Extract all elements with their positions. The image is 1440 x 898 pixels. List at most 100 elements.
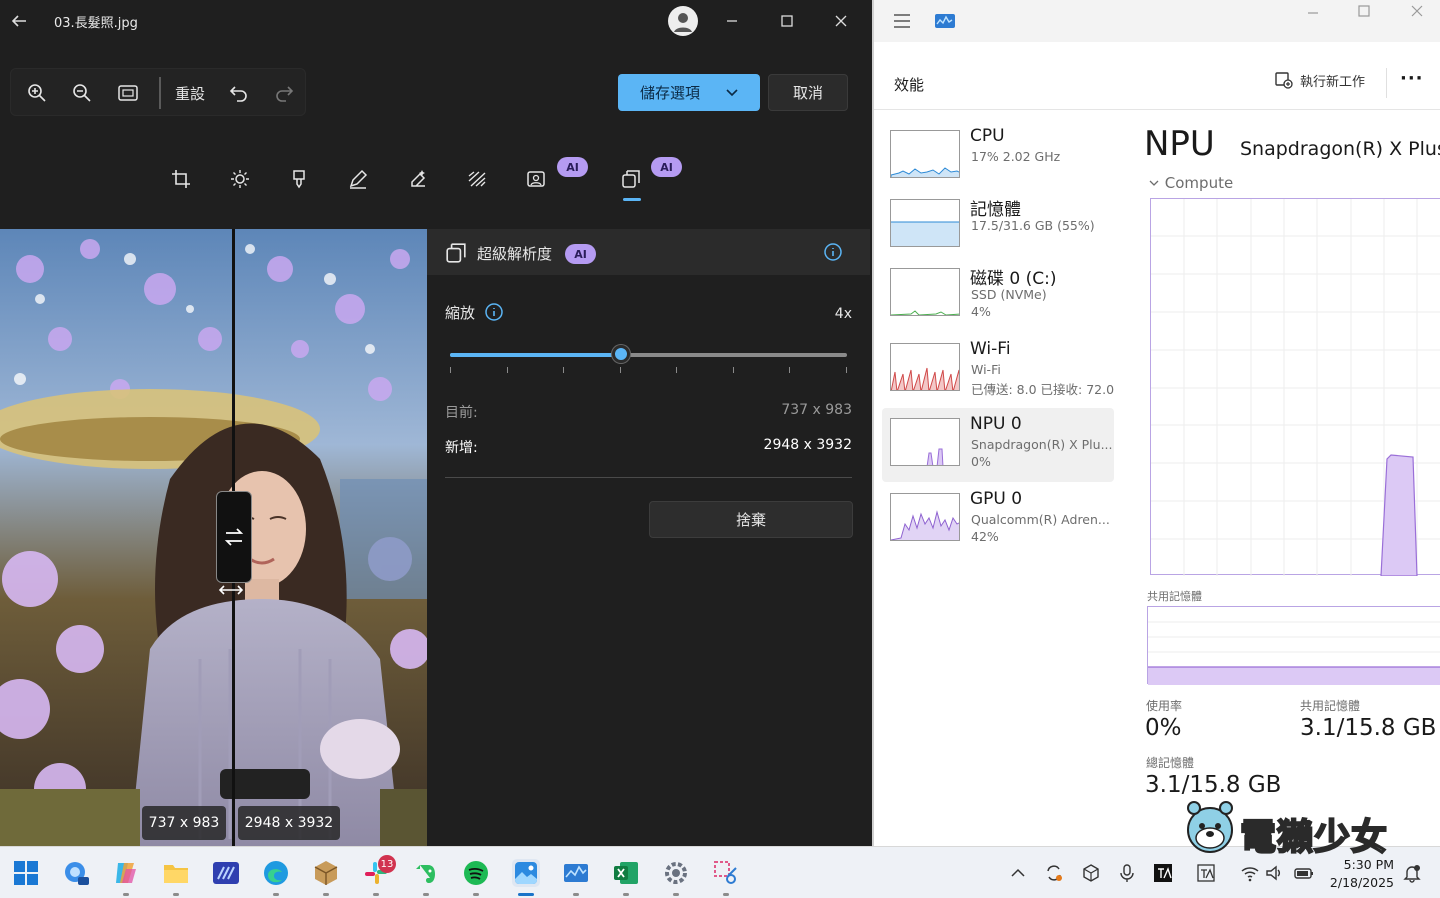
running-indicator bbox=[673, 893, 679, 896]
maximize-icon[interactable] bbox=[1353, 3, 1375, 19]
sync-icon[interactable] bbox=[1044, 863, 1064, 883]
run-new-task-label: 執行新工作 bbox=[1300, 74, 1366, 90]
filter-icon[interactable] bbox=[286, 166, 312, 192]
photos-window: 03.長髮照.jpg 重設 儲存選項 取消 AI AI 737 x 983 29… bbox=[0, 0, 870, 846]
notification-badge: 13 bbox=[378, 855, 396, 873]
close-icon[interactable] bbox=[1406, 3, 1428, 19]
slider-tick bbox=[846, 367, 847, 373]
cancel-button[interactable]: 取消 bbox=[768, 74, 848, 111]
package-app-icon[interactable] bbox=[312, 859, 340, 887]
battery-icon[interactable] bbox=[1294, 863, 1314, 883]
maximize-icon[interactable] bbox=[773, 8, 801, 34]
minimize-icon[interactable] bbox=[1302, 6, 1324, 20]
background-icon[interactable] bbox=[523, 166, 549, 192]
markup-pen-icon[interactable] bbox=[345, 166, 371, 192]
perf-item-memory[interactable]: 記憶體 17.5/31.6 GB (55%) bbox=[882, 193, 1114, 267]
info-icon[interactable] bbox=[484, 302, 504, 322]
compare-slider-handle[interactable] bbox=[216, 491, 252, 583]
photo-comparison-view[interactable]: 737 x 983 2948 x 3932 bbox=[0, 229, 427, 846]
current-size-label: 目前: bbox=[445, 405, 478, 421]
spotify-icon[interactable] bbox=[462, 859, 490, 887]
perf-item-npu[interactable]: NPU 0 Snapdragon(R) X Plu... 0% bbox=[882, 408, 1114, 482]
start-button-icon[interactable] bbox=[12, 859, 40, 887]
minimize-icon[interactable] bbox=[718, 8, 746, 34]
running-indicator bbox=[423, 893, 429, 896]
close-icon[interactable] bbox=[827, 8, 855, 34]
search-app-icon[interactable] bbox=[62, 859, 90, 887]
zoom-slider[interactable] bbox=[450, 345, 847, 363]
wifi-icon[interactable] bbox=[1240, 863, 1260, 883]
perf-item-value: 42% bbox=[971, 529, 999, 544]
toolbar-separator bbox=[159, 77, 161, 109]
run-new-task-button[interactable]: 執行新工作 bbox=[1274, 70, 1365, 90]
chevron-down-icon bbox=[1149, 180, 1159, 186]
swap-arrows-icon bbox=[224, 528, 244, 546]
settings-gear-icon[interactable] bbox=[662, 859, 690, 887]
perf-item-disk[interactable]: 磁碟 0 (C:) SSD (NVMe) 4% bbox=[882, 262, 1114, 336]
language-icon[interactable] bbox=[1196, 863, 1216, 883]
zoom-slider-thumb[interactable] bbox=[612, 345, 630, 363]
perf-item-detail: Qualcomm(R) Adren... bbox=[971, 512, 1110, 527]
task-manager-taskbar-icon[interactable] bbox=[562, 859, 590, 887]
more-options-icon[interactable]: ··· bbox=[1400, 68, 1424, 89]
back-arrow-icon[interactable] bbox=[8, 10, 30, 32]
zoom-in-icon[interactable] bbox=[22, 79, 52, 107]
zoom-out-icon[interactable] bbox=[67, 79, 97, 107]
task-manager-window: 效能 執行新工作 ··· CPU 17% 2.02 GHz 記憶體 17.5/3… bbox=[872, 0, 1440, 846]
save-options-button[interactable]: 儲存選項 bbox=[618, 74, 760, 111]
perf-item-name: GPU 0 bbox=[970, 489, 1023, 509]
running-indicator bbox=[573, 893, 579, 896]
hamburger-menu-icon[interactable] bbox=[892, 13, 912, 29]
file-explorer-icon[interactable] bbox=[162, 859, 190, 887]
volume-icon[interactable] bbox=[1264, 863, 1284, 883]
super-resolution-icon[interactable] bbox=[618, 166, 644, 192]
discard-button[interactable]: 捨棄 bbox=[649, 501, 853, 538]
slider-tick bbox=[789, 367, 790, 373]
perf-item-cpu[interactable]: CPU 17% 2.02 GHz bbox=[882, 124, 1114, 198]
brightness-icon[interactable] bbox=[227, 166, 253, 192]
crop-icon[interactable] bbox=[168, 166, 194, 192]
panel-header: 超級解析度 AI bbox=[427, 229, 870, 275]
view-toolbar: 重設 bbox=[10, 68, 306, 116]
taskbar-clock[interactable]: 5:30 PM 2/18/2025 bbox=[1318, 856, 1394, 892]
fit-to-window-icon[interactable] bbox=[113, 79, 143, 107]
notification-bell-icon[interactable] bbox=[1402, 863, 1422, 883]
redo-icon[interactable] bbox=[269, 79, 299, 107]
microphone-icon[interactable] bbox=[1117, 863, 1137, 883]
perf-item-detail: SSD (NVMe) bbox=[971, 287, 1047, 302]
chevron-up-icon[interactable] bbox=[1008, 863, 1028, 883]
running-indicator bbox=[373, 893, 379, 896]
usage-label: 使用率 bbox=[1146, 699, 1183, 713]
snipping-tool-icon[interactable] bbox=[712, 859, 740, 887]
evernote-icon[interactable] bbox=[412, 859, 440, 887]
compute-dropdown[interactable]: Compute bbox=[1148, 174, 1233, 192]
edge-browser-icon[interactable] bbox=[262, 859, 290, 887]
photo-image bbox=[0, 229, 427, 846]
perf-item-name: Wi-Fi bbox=[970, 339, 1011, 359]
photos-titlebar: 03.長髮照.jpg bbox=[0, 0, 870, 42]
blur-background-icon[interactable] bbox=[464, 166, 490, 192]
super-resolution-panel: 超級解析度 AI 縮放 4x 目前: 737 x 983 新增: 2948 x … bbox=[427, 229, 870, 846]
account-avatar-icon[interactable] bbox=[668, 6, 698, 36]
erase-icon[interactable] bbox=[405, 166, 431, 192]
ime-icon[interactable] bbox=[1153, 863, 1173, 883]
slider-tick bbox=[507, 367, 508, 373]
copilot-icon[interactable] bbox=[112, 859, 140, 887]
perf-item-wifi[interactable]: Wi-Fi Wi-Fi 已傳送: 8.0 已接收: 72.0 bbox=[882, 337, 1114, 411]
photos-app-icon[interactable] bbox=[512, 859, 540, 887]
cube-icon[interactable] bbox=[1081, 863, 1101, 883]
slack-icon[interactable]: 13 bbox=[362, 855, 396, 887]
pen-app-icon[interactable] bbox=[212, 859, 240, 887]
perf-item-value: 4% bbox=[971, 304, 991, 319]
slider-tick bbox=[733, 367, 734, 373]
shared-memory-graph-label: 共用記憶體 bbox=[1147, 590, 1202, 603]
header-separator bbox=[1386, 68, 1387, 98]
npu-mini-graph bbox=[890, 418, 960, 466]
reset-button[interactable]: 重設 bbox=[175, 83, 205, 104]
undo-icon[interactable] bbox=[224, 79, 254, 107]
perf-item-gpu[interactable]: GPU 0 Qualcomm(R) Adren... 42% bbox=[882, 487, 1114, 561]
perf-item-detail: Snapdragon(R) X Plu... bbox=[971, 437, 1113, 452]
info-icon[interactable] bbox=[823, 242, 843, 262]
excel-icon[interactable] bbox=[612, 859, 640, 887]
new-size-label: 新增: bbox=[445, 440, 478, 456]
